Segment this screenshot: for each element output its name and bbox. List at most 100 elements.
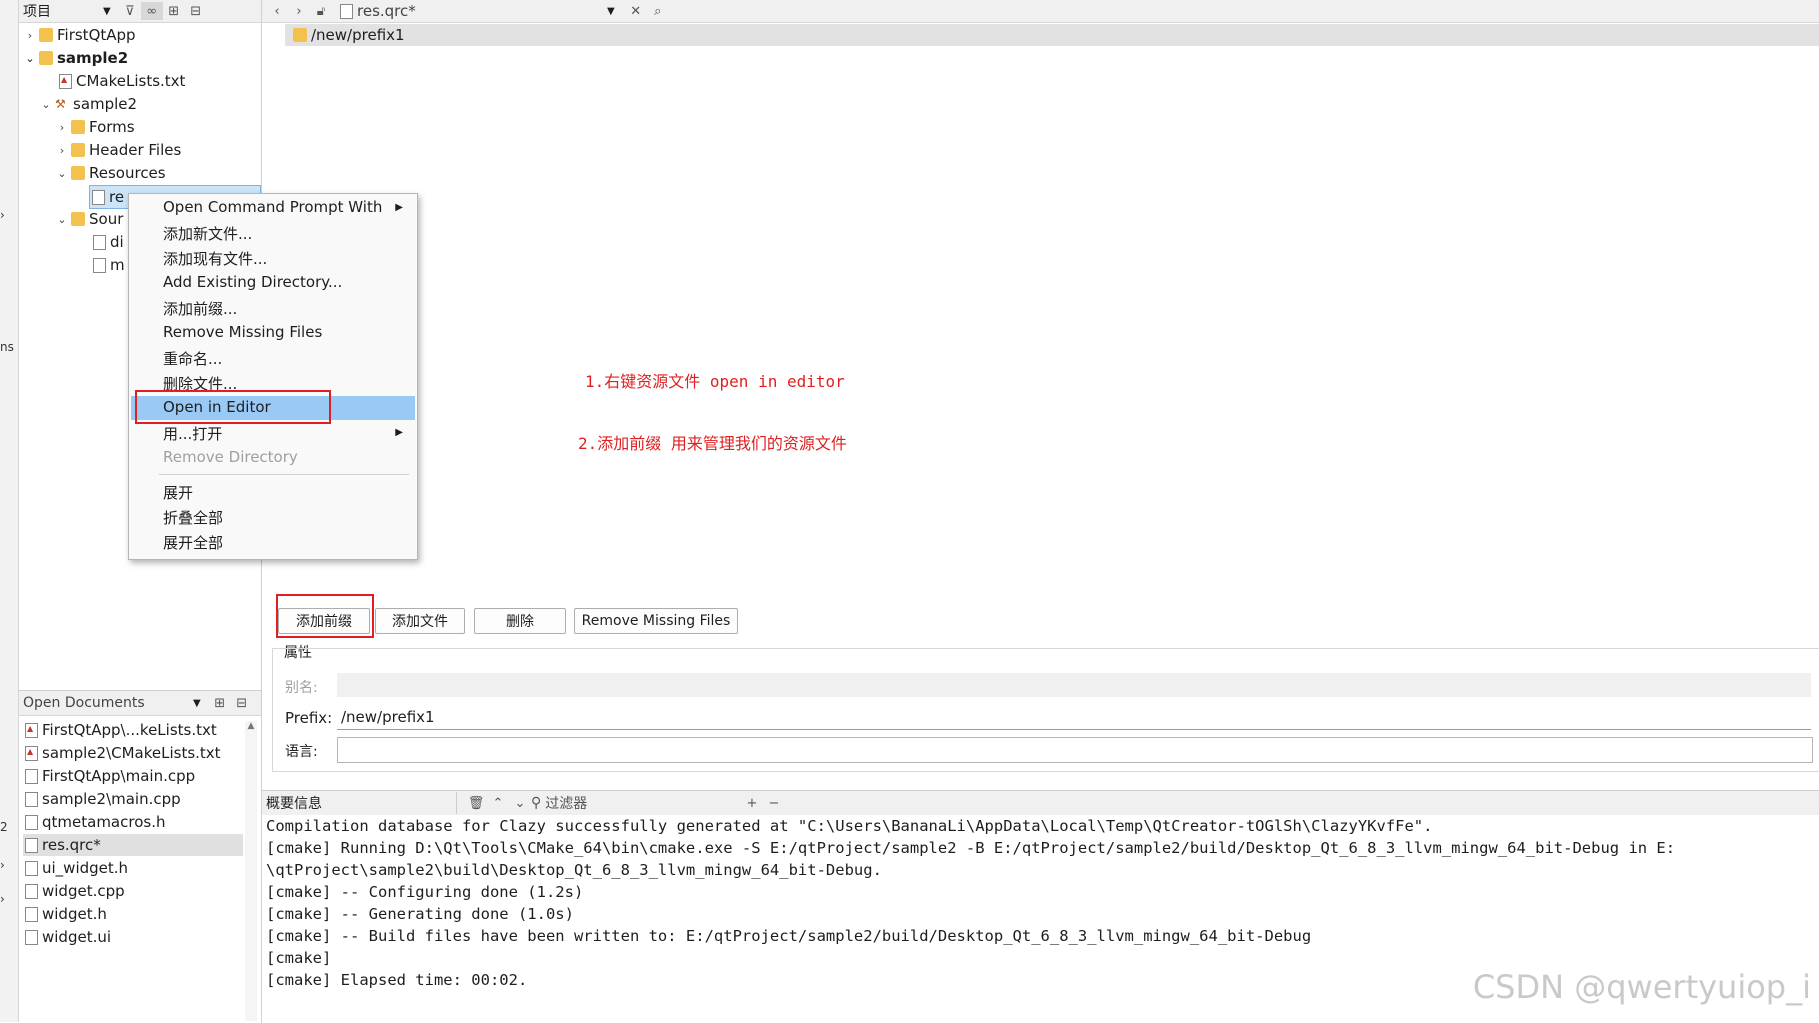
plus-icon[interactable]: + [741, 794, 763, 812]
tree-item-label: sample2 [73, 95, 138, 113]
chevron-down-icon[interactable]: ⌄ [509, 794, 531, 812]
open-document-item[interactable]: sample2\CMakeLists.txt [23, 742, 243, 764]
open-document-item-active[interactable]: res.qrc* [23, 834, 243, 856]
open-document-item[interactable]: widget.cpp [23, 880, 243, 902]
open-document-item[interactable]: qtmetamacros.h [23, 811, 243, 833]
menu-item-add-existing-directory[interactable]: Add Existing Directory... [163, 273, 342, 291]
highlight-box [135, 390, 331, 424]
project-icon [39, 51, 53, 65]
menu-item-collapse-all[interactable]: 折叠全部 [163, 507, 223, 528]
locator-icon[interactable]: ⌕ [647, 2, 669, 20]
menu-separator [159, 474, 409, 475]
open-document-item[interactable]: widget.ui [23, 926, 243, 948]
log-line: \qtProject\sample2\build\Desktop_Qt_6_8_… [266, 861, 882, 879]
delete-button[interactable]: 删除 [474, 608, 566, 634]
open-document-item[interactable]: widget.h [23, 903, 243, 925]
menu-item-remove-missing-files[interactable]: Remove Missing Files [163, 323, 322, 341]
chevron-down-icon[interactable]: ▼ [607, 6, 615, 17]
close-panel-icon[interactable]: ⊟ [185, 2, 207, 20]
qrc-file-icon [340, 3, 353, 19]
open-document-item[interactable]: ui_widget.h [23, 857, 243, 879]
open-document-item[interactable]: FirstQtApp\...keLists.txt [23, 719, 243, 741]
close-panel-icon[interactable]: ⊟ [231, 694, 253, 712]
add-file-button[interactable]: 添加文件 [375, 608, 465, 634]
open-document-label: ui_widget.h [42, 859, 129, 877]
document-selector[interactable]: res.qrc* [357, 2, 607, 20]
header-file-icon [25, 814, 38, 830]
open-document-item[interactable]: FirstQtApp\main.cpp [23, 765, 243, 787]
tree-item-source-file[interactable]: m [91, 254, 125, 276]
trash-icon[interactable]: 🗑︎ [465, 794, 487, 812]
split-icon[interactable]: ⊞ [163, 2, 185, 20]
language-input[interactable] [337, 737, 1813, 763]
link-icon[interactable]: ∞ [140, 2, 163, 20]
cmake-file-icon [25, 745, 38, 761]
forward-icon[interactable]: › [288, 2, 310, 20]
tree-item-sample2-project[interactable]: ⌄ sample2 [23, 47, 128, 69]
project-view-select[interactable]: 项目 [23, 1, 103, 21]
tree-item-resources[interactable]: ⌄ Resources [55, 162, 165, 184]
menu-item-open-command-prompt[interactable]: Open Command Prompt With [163, 198, 382, 216]
open-document-label: FirstQtApp\main.cpp [42, 767, 196, 785]
tree-item-label: di [110, 233, 124, 251]
filter-input[interactable]: ⚲ 过滤器 [531, 793, 741, 813]
tree-item-sources[interactable]: ⌄ Sour [55, 208, 123, 230]
back-icon[interactable]: ‹ [266, 2, 288, 20]
cpp-file-icon [25, 768, 38, 784]
menu-item-expand-all[interactable]: 展开全部 [163, 532, 223, 553]
scrollbar[interactable]: ▲ [245, 721, 257, 1021]
tree-item-header-files[interactable]: › Header Files [55, 139, 182, 161]
resource-folder-icon [71, 166, 85, 180]
filter-placeholder: 过滤器 [545, 796, 588, 812]
chevron-down-icon[interactable]: ⌄ [55, 167, 69, 180]
tree-item-firstqtapp[interactable]: › FirstQtApp [23, 24, 136, 46]
tree-item-sample2-target[interactable]: ⌄ ⚒ sample2 [39, 93, 137, 115]
project-panel-header: 项目 ▼ ⊽ ∞ ⊞ ⊟ [19, 0, 261, 23]
project-icon [39, 28, 53, 42]
strip-arrow[interactable]: › [0, 208, 5, 222]
filter-icon[interactable]: ⊽ [119, 2, 141, 20]
open-document-item[interactable]: sample2\main.cpp [23, 788, 243, 810]
chevron-down-icon[interactable]: ▼ [103, 6, 111, 17]
tree-item-source-file[interactable]: di [91, 231, 124, 253]
tree-item-label: Forms [89, 118, 135, 136]
log-line: [cmake] -- Build files have been written… [266, 927, 1312, 945]
cmake-file-icon [25, 722, 38, 738]
annotation-step-2: 2.添加前缀 用来管理我们的资源文件 [578, 434, 847, 453]
log-line: [cmake] [266, 949, 332, 967]
split-icon[interactable]: ⊞ [209, 694, 231, 712]
annotation-step-1: 1.右键资源文件 open in editor [585, 372, 845, 391]
menu-item-add-existing-files[interactable]: 添加现有文件... [163, 248, 267, 269]
strip-arrow[interactable]: › [0, 892, 5, 906]
strip-arrow[interactable]: › [0, 858, 5, 872]
lock-icon[interactable]: 🔓︎ [310, 2, 332, 20]
open-document-label: widget.h [42, 905, 107, 923]
tree-item-forms[interactable]: › Forms [55, 116, 135, 138]
scroll-up-icon[interactable]: ▲ [245, 721, 257, 731]
minus-icon[interactable]: − [763, 794, 785, 812]
chevron-down-icon[interactable]: ▼ [193, 698, 201, 709]
language-label: 语言: [285, 744, 318, 760]
chevron-right-icon[interactable]: › [55, 144, 69, 157]
close-icon[interactable]: ✕ [625, 2, 647, 20]
output-panel-title[interactable]: 概要信息 [266, 793, 456, 813]
chevron-up-icon[interactable]: ⌃ [487, 794, 509, 812]
chevron-down-icon[interactable]: ⌄ [39, 98, 53, 111]
menu-item-expand[interactable]: 展开 [163, 482, 193, 503]
tree-item-cmakelists[interactable]: CMakeLists.txt [57, 70, 185, 92]
menu-item-rename[interactable]: 重命名... [163, 348, 222, 369]
chevron-down-icon[interactable]: ⌄ [23, 52, 37, 65]
resource-folder-icon [293, 28, 307, 42]
prefix-input[interactable]: /new/prefix1 [337, 705, 1811, 730]
chevron-right-icon[interactable]: › [55, 121, 69, 134]
chevron-right-icon[interactable]: › [23, 29, 37, 42]
menu-item-add-prefix[interactable]: 添加前缀... [163, 298, 237, 319]
menu-item-add-new-file[interactable]: 添加新文件... [163, 223, 252, 244]
open-documents-title[interactable]: Open Documents [23, 695, 193, 711]
menu-item-open-with[interactable]: 用...打开 [163, 423, 222, 444]
remove-missing-files-button[interactable]: Remove Missing Files [574, 608, 738, 634]
strip-label: ns [0, 340, 14, 354]
submenu-arrow-icon: ▶ [395, 202, 403, 213]
chevron-down-icon[interactable]: ⌄ [55, 213, 69, 226]
prefix-tree-row[interactable]: /new/prefix1 [285, 24, 1819, 46]
